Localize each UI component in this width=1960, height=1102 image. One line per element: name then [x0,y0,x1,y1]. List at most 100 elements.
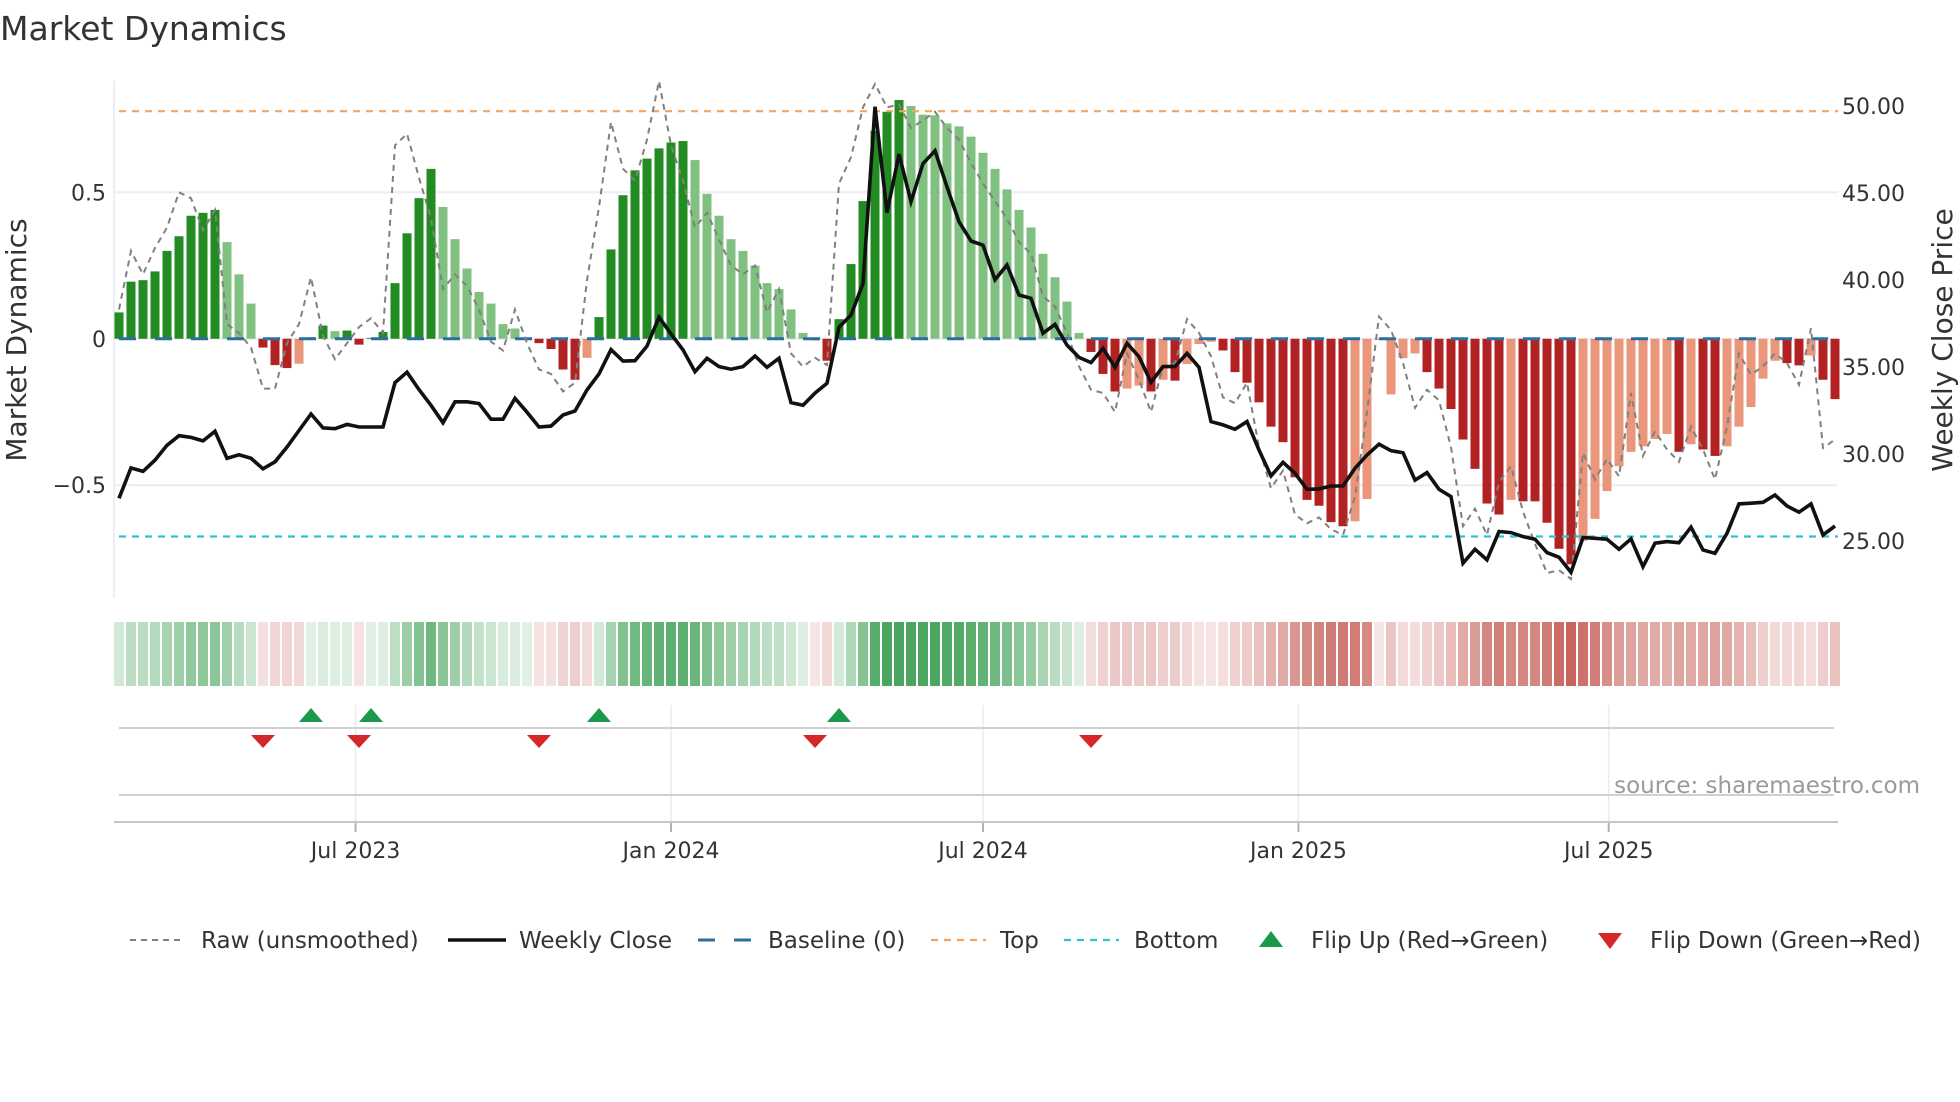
momentum-bar [1698,338,1708,450]
strip-cell [174,622,184,686]
strip-cell [582,622,592,686]
momentum-bar [222,242,232,339]
strip-cell [1638,622,1648,686]
momentum-bar [618,195,628,339]
strip-cell [1182,622,1192,686]
momentum-bar [126,281,136,339]
strip-cell [474,622,484,686]
x-tick-label: Jul 2025 [1562,839,1654,864]
momentum-bar [1446,338,1456,410]
momentum-bar [1434,338,1444,389]
strip-cell [870,622,880,686]
strip-cell [258,622,268,686]
momentum-bar [582,338,592,358]
strip-cell [1806,622,1816,686]
momentum-bar [462,268,472,339]
momentum-bar [702,193,712,339]
momentum-bar [690,160,700,339]
y-tick-label-right: 40.00 [1842,269,1905,294]
momentum-bar [606,249,616,339]
strip-cell [342,622,352,686]
momentum-bar [1638,338,1648,447]
y-axis-label-right: Weekly Close Price [1926,208,1959,471]
momentum-bar [1530,338,1540,502]
strip-cell [726,622,736,686]
momentum-bar [630,170,640,339]
strip-cell [210,622,220,686]
strip-cell [426,622,436,686]
momentum-bar [162,250,172,339]
legend-item-flip_up: Flip Up (Red→Green) [1259,928,1548,954]
momentum-bar [558,338,568,370]
momentum-bar [498,324,508,339]
strip-cell [630,622,640,686]
strip-cell [126,622,136,686]
momentum-bar [1230,338,1240,373]
source-credit: source: sharemaestro.com [1614,773,1920,799]
strip-cell [1470,622,1480,686]
strip-cell [282,622,292,686]
strip-cell [798,622,808,686]
momentum-bar [570,338,580,380]
strip-cell [954,622,964,686]
strip-cell [1578,622,1588,686]
strip-cell [1542,622,1552,686]
momentum-bar [414,198,424,339]
momentum-bar [1338,338,1348,527]
strip-cell [1206,622,1216,686]
strip-cell [558,622,568,686]
legend-item-flip_down: Flip Down (Green→Red) [1598,928,1921,954]
strip-cell [1746,622,1756,686]
momentum-bar [246,303,256,339]
strip-cell [1026,622,1036,686]
strip-cell [750,622,760,686]
strip-cell [1194,622,1204,686]
legend-label: Top [999,928,1039,954]
strip-cell [1098,622,1108,686]
strip-cell [702,622,712,686]
strip-cell [162,622,172,686]
legend-label: Raw (unsmoothed) [201,928,419,954]
strip-cell [546,622,556,686]
chart-title: Market Dynamics [0,9,287,48]
legend-label: Bottom [1134,928,1218,954]
momentum-bar [594,317,604,339]
momentum-bar [1014,209,1024,339]
momentum-bar [1674,338,1684,452]
y-tick-label-right: 25.00 [1842,530,1905,555]
strip-cell [1530,622,1540,686]
momentum-bar [1278,338,1288,443]
strip-cell [810,622,820,686]
strip-cell [1518,622,1528,686]
legend-label: Flip Up (Red→Green) [1311,928,1548,954]
strip-cell [834,622,844,686]
momentum-bar [1494,338,1504,515]
strip-cell [246,622,256,686]
strip-cell [906,622,916,686]
strip-cell [1014,622,1024,686]
momentum-bar [1518,338,1528,502]
momentum-bar [954,126,964,339]
strip-cell [942,622,952,686]
strip-cell [498,622,508,686]
flip-down-marker [527,735,551,748]
strip-cell [270,622,280,686]
strip-cell [1434,622,1444,686]
strip-cell [1722,622,1732,686]
flip-up-icon [1259,931,1283,947]
strip-cell [1314,622,1324,686]
strip-cell [1794,622,1804,686]
momentum-bar [534,338,544,344]
momentum-bar [1782,338,1792,364]
strip-cell [1158,622,1168,686]
strip-cell [510,622,520,686]
strip-cell [414,622,424,686]
momentum-bar [1758,338,1768,379]
momentum-bar [882,111,892,339]
strip-cell [462,622,472,686]
flip-down-icon [1598,933,1622,949]
momentum-bar [114,312,124,339]
momentum-bar [1326,338,1336,523]
y-tick-label-right: 45.00 [1842,182,1905,207]
strip-cell [1446,622,1456,686]
